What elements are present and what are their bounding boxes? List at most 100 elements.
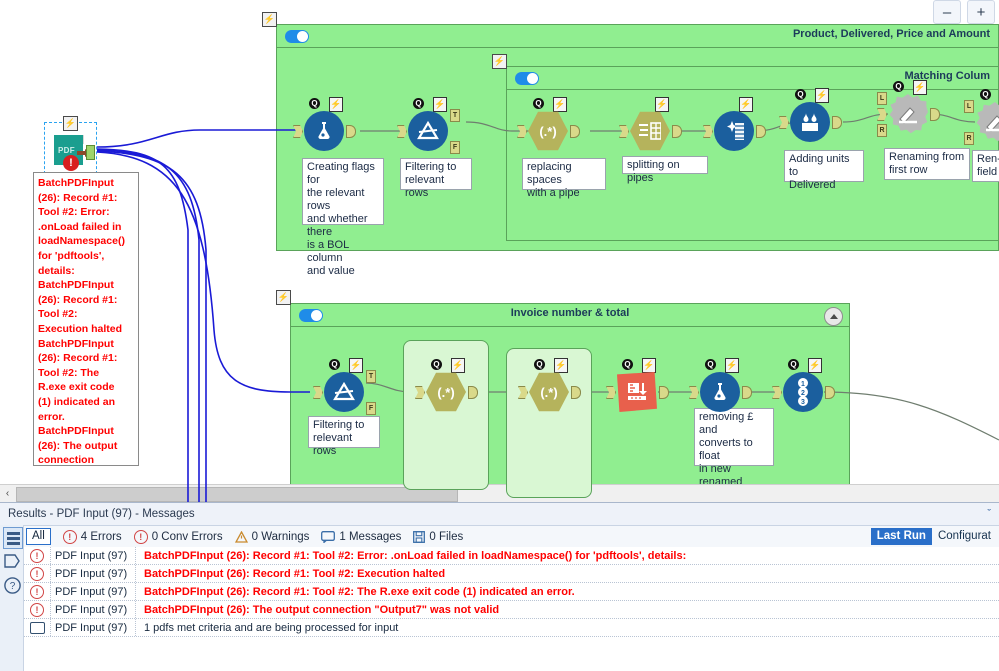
tag-icon (4, 554, 20, 568)
tab-last-run[interactable]: Last Run (870, 528, 932, 545)
regex-glyph: (.*) (540, 384, 558, 400)
right-input-anchor[interactable]: R (877, 124, 887, 137)
error-tooltip-line: connection (38, 454, 95, 466)
pdf-error-badge[interactable]: ! (63, 155, 79, 171)
scroll-left-arrow-icon[interactable]: ‹ (1, 486, 14, 500)
anchor-label: R (966, 135, 972, 142)
container-flag-product[interactable]: ⚡ (262, 12, 277, 27)
container-product-toggle[interactable] (285, 30, 309, 43)
false-output-anchor[interactable]: F (450, 141, 460, 154)
row-tool-name: PDF Input (97) (50, 619, 136, 636)
table-row[interactable]: ! PDF Input (97) BatchPDFInput (26): Rec… (24, 547, 999, 565)
message-icon (321, 530, 336, 543)
tool-note: Creating flags for the relevant rows and… (302, 158, 384, 277)
tool-queue-badge: Q (705, 359, 716, 370)
messages-rail-icon[interactable] (3, 527, 23, 549)
error-tooltip-line: BatchPDFInput (38, 337, 114, 350)
error-tooltip-line: (26): Record #1: (38, 352, 118, 365)
left-input-anchor[interactable]: L (964, 100, 974, 113)
error-tooltip-line: (1) indicated an (38, 395, 116, 408)
svg-text:1: 1 (801, 381, 805, 388)
pdf-output-anchor[interactable] (86, 145, 95, 160)
table-row[interactable]: PDF Input (97) 1 pdfs met criteria and a… (24, 619, 999, 637)
error-tooltip-line: (26): Record #1: (38, 191, 118, 204)
help-rail-icon[interactable]: ? (3, 575, 21, 595)
workflow-canvas[interactable]: – + ⚡ Product, Delivered, Price and Amou… (0, 0, 999, 502)
pdf-input-node[interactable]: ⚡ PDF ! (44, 116, 97, 174)
error-icon: ! (30, 548, 44, 563)
subcontainer-removing-white-space[interactable] (403, 340, 489, 490)
svg-text:3: 3 (801, 399, 805, 406)
tool-queue-badge: Q (431, 359, 442, 370)
question-icon: ? (3, 576, 21, 594)
error-tooltip-line: for 'pdftools', (38, 249, 105, 262)
anchor-label: L (966, 103, 972, 110)
error-tooltip-line: BatchPDFInput (38, 425, 114, 438)
results-message-grid[interactable]: ! PDF Input (97) BatchPDFInput (26): Rec… (24, 547, 999, 671)
lightning-icon: ⚡ (815, 88, 829, 103)
filter-files[interactable]: 0 Files (413, 531, 463, 543)
pdf-input-flag-icon: ⚡ (63, 116, 78, 131)
scrollbar-thumb[interactable] (16, 487, 458, 502)
file-icon (413, 530, 426, 543)
row-tool-name: PDF Input (97) (50, 565, 136, 582)
right-input-anchor[interactable]: R (964, 132, 974, 145)
lightning-icon: ⚡ (451, 358, 465, 373)
chevron-down-icon[interactable]: ˇ (987, 508, 991, 520)
container-matching-toggle[interactable] (515, 72, 539, 85)
tool-note: replacing spaces with a pipe (522, 158, 606, 199)
results-title: Results - PDF Input (97) - Messages (8, 508, 195, 520)
true-output-anchor[interactable]: T (450, 109, 460, 122)
lightning-icon: ⚡ (808, 358, 822, 373)
lightning-icon: ⚡ (913, 80, 927, 95)
subcontainer-separating-value[interactable] (506, 348, 592, 498)
container-flag-invoice[interactable]: ⚡ (276, 290, 291, 305)
error-tooltip-line: Tool #2: Error: (38, 206, 110, 219)
anchor-label: F (368, 405, 374, 412)
filter-conv-errors[interactable]: ! 0 Conv Errors (133, 529, 223, 544)
note-text: replacing spaces with a pipe (527, 161, 580, 199)
true-output-anchor[interactable]: T (366, 370, 376, 383)
left-input-anchor[interactable]: L (877, 92, 887, 105)
row-severity-icon: ! (24, 566, 50, 581)
row-message: BatchPDFInput (26): The output connectio… (144, 603, 500, 616)
tool-queue-badge: Q (413, 98, 424, 109)
filter-all[interactable]: All (26, 528, 51, 545)
window-controls: – + (933, 0, 995, 24)
filter-warnings[interactable]: 0 Warnings (234, 530, 309, 543)
filter-icon (408, 111, 448, 151)
tab-configuration[interactable]: Configurat (932, 528, 997, 545)
container-product-header: Product, Delivered, Price and Amount (277, 25, 998, 48)
tool-note: Filtering to relevant rows (308, 416, 380, 457)
tool-queue-badge: Q (622, 359, 633, 370)
results-panel: Results - PDF Input (97) - Messages ˇ Al… (0, 502, 999, 671)
row-severity-icon: ! (24, 602, 50, 617)
error-icon: ! (133, 529, 148, 544)
container-flag-matching[interactable]: ⚡ (492, 54, 507, 69)
results-left-rail: ? (0, 525, 24, 671)
filter-errors[interactable]: ! 4 Errors (62, 529, 122, 544)
tool-queue-badge: Q (534, 359, 545, 370)
error-tooltip-line: BatchPDFInput (38, 177, 114, 189)
tool-note: splitting on pipes (622, 156, 708, 184)
table-row[interactable]: ! PDF Input (97) BatchPDFInput (26): Rec… (24, 565, 999, 583)
pdf-label: PDF (58, 146, 75, 155)
note-text: Creating flags for the relevant rows and… (307, 161, 375, 277)
row-tool-name: PDF Input (97) (50, 547, 136, 564)
table-row[interactable]: ! PDF Input (97) BatchPDFInput (26): The… (24, 601, 999, 619)
table-row[interactable]: ! PDF Input (97) BatchPDFInput (26): Rec… (24, 583, 999, 601)
container-invoice-collapse-button[interactable] (824, 307, 843, 326)
false-output-anchor[interactable]: F (366, 402, 376, 415)
canvas-horizontal-scrollbar[interactable]: ‹ (0, 484, 999, 502)
add-tab-button[interactable]: + (967, 0, 995, 24)
anchor-label: F (452, 144, 458, 151)
transpose-icon (617, 372, 657, 412)
lightning-icon: ⚡ (642, 358, 656, 373)
minimize-button[interactable]: – (933, 0, 961, 24)
error-icon: ! (30, 584, 44, 599)
filter-messages[interactable]: 1 Messages (321, 531, 401, 543)
error-tooltip-line: (26): Record #1: (38, 293, 118, 306)
output-rail-icon[interactable] (3, 551, 21, 571)
anchor-label: R (879, 127, 885, 134)
regex-glyph: (.*) (437, 384, 455, 400)
